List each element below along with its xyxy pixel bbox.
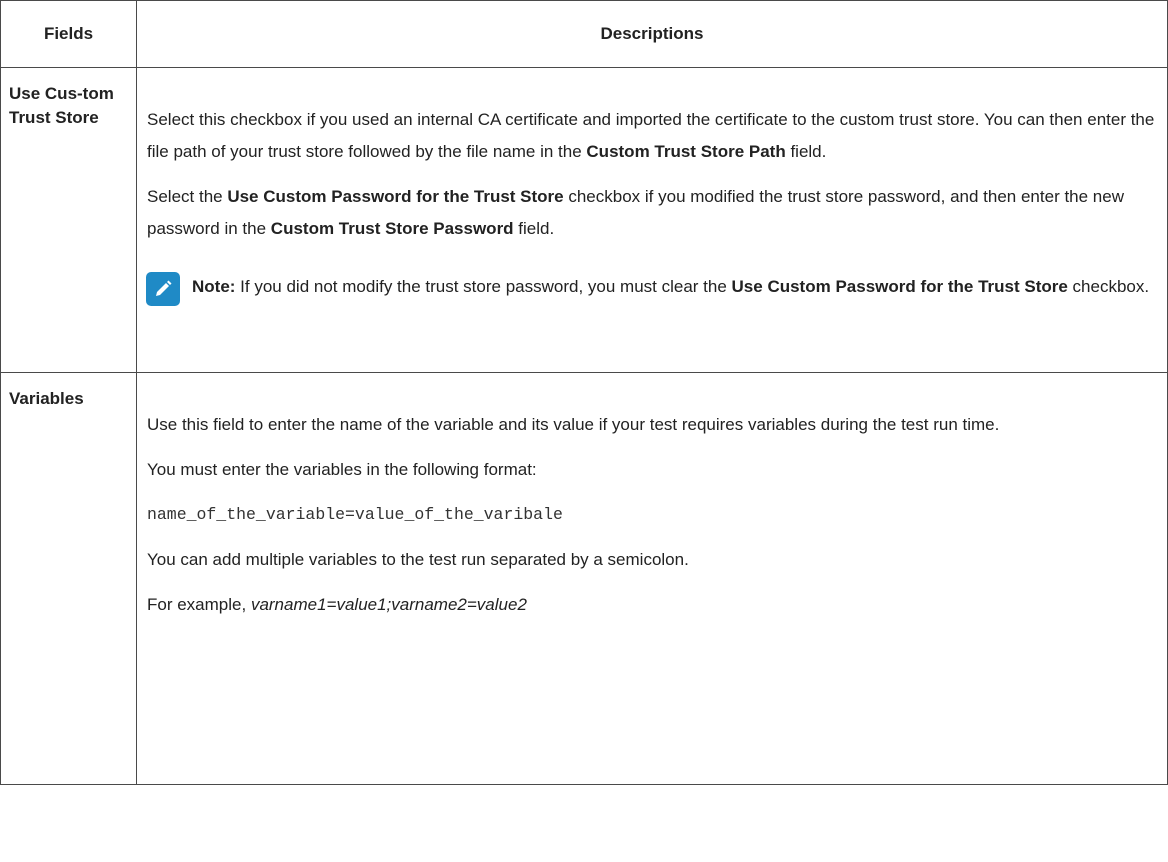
note-text: Note: If you did not modify the trust st… [192, 271, 1149, 303]
ui-term: Use Custom Password for the Trust Store [227, 187, 564, 206]
field-description: Select this checkbox if you used an inte… [136, 67, 1168, 373]
description-paragraph: Select the Use Custom Password for the T… [147, 181, 1157, 245]
table-row: Use Cus-tom Trust Store Select this chec… [0, 67, 1168, 373]
description-paragraph: For example, varname1=value1;varname2=va… [147, 589, 1157, 621]
description-paragraph: Select this checkbox if you used an inte… [147, 104, 1157, 168]
code-sample: name_of_the_variable=value_of_the_variba… [147, 505, 563, 524]
description-paragraph: Use this field to enter the name of the … [147, 415, 1000, 434]
ui-term: Custom Trust Store Password [270, 219, 514, 238]
header-fields: Fields [0, 0, 137, 68]
table-header-row: Fields Descriptions [0, 0, 1168, 68]
field-description: Use this field to enter the name of the … [136, 372, 1168, 785]
ui-term: Use Custom Password for the Trust Store [731, 277, 1068, 296]
text-span: field. [513, 219, 555, 238]
example-value: varname1=value1;varname2=value2 [250, 595, 527, 614]
text-span: If you did not modify the trust store pa… [235, 277, 732, 296]
text-span: For example, [147, 595, 251, 614]
description-paragraph: You must enter the variables in the foll… [147, 460, 537, 479]
text-span: checkbox. [1067, 277, 1150, 296]
table-row: Variables Use this field to enter the na… [0, 372, 1168, 785]
field-name: Variables [0, 372, 137, 785]
ui-term: Custom Trust Store Path [586, 142, 786, 161]
note-label: Note: [192, 277, 236, 296]
note-callout: Note: If you did not modify the trust st… [146, 271, 1157, 316]
fields-table: Fields Descriptions Use Cus-tom Trust St… [0, 0, 1168, 785]
header-descriptions: Descriptions [136, 0, 1168, 68]
text-span: Select the [147, 187, 228, 206]
field-name: Use Cus-tom Trust Store [0, 67, 137, 373]
text-span: field. [785, 142, 827, 161]
description-paragraph: You can add multiple variables to the te… [147, 550, 689, 569]
pencil-icon [146, 272, 180, 306]
